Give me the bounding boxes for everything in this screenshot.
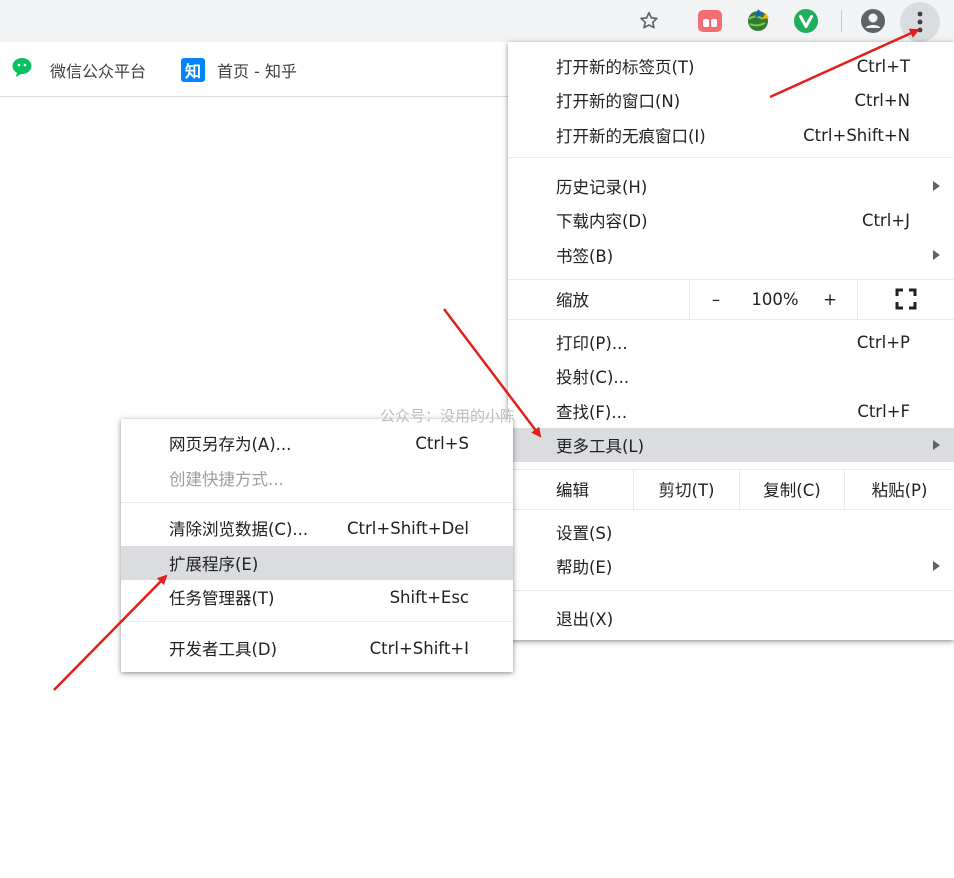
annotation-arrow-more-tools	[443, 308, 542, 438]
annotation-arrow-extensions	[53, 574, 168, 691]
annotation-arrow-menu	[769, 28, 920, 99]
annotation-arrows	[53, 28, 920, 691]
